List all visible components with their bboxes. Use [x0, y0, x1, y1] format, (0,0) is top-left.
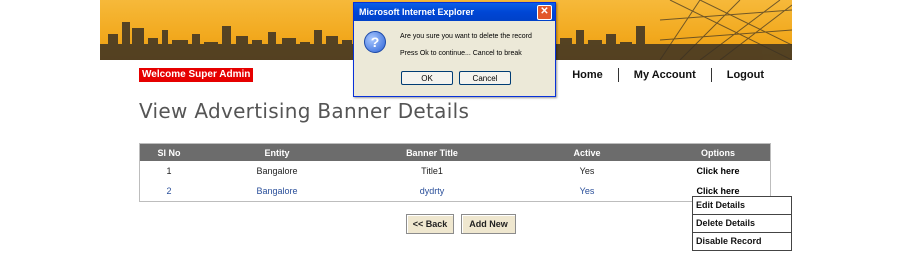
table-row: 2 Bangalore dydrty Yes Click here — [140, 181, 771, 202]
dialog-hint: Press Ok to continue... Cancel to break — [400, 50, 522, 57]
top-nav: Home My Account Logout — [557, 68, 779, 82]
options-click-here-link[interactable]: Click here — [666, 161, 771, 181]
options-dropdown-menu: Edit Details Delete Details Disable Reco… — [692, 196, 792, 251]
cell-entity: Bangalore — [256, 186, 298, 196]
dialog-message: Are you sure you want to delete the reco… — [400, 33, 532, 40]
page-title: View Advertising Banner Details — [139, 99, 470, 123]
cell-sl-no: 1 — [166, 166, 172, 176]
question-icon: ? — [364, 31, 386, 53]
banner-table: Sl No Entity Banner Title Active Options… — [139, 143, 771, 202]
dialog-title: Microsoft Internet Explorer — [359, 7, 475, 17]
add-new-button[interactable]: Add New — [461, 214, 516, 234]
menu-item-edit-details[interactable]: Edit Details — [693, 197, 791, 215]
cell-active: Yes — [579, 166, 595, 176]
nav-home-link[interactable]: Home — [557, 69, 618, 81]
back-button[interactable]: << Back — [406, 214, 454, 234]
menu-item-disable-record[interactable]: Disable Record — [693, 233, 791, 250]
nav-logout-link[interactable]: Logout — [712, 69, 779, 81]
menu-item-delete-details[interactable]: Delete Details — [693, 215, 791, 233]
cell-sl-no: 2 — [166, 186, 172, 196]
column-header-banner-title: Banner Title — [356, 143, 508, 161]
confirm-dialog: Microsoft Internet Explorer ✕ ? Are you … — [353, 2, 556, 97]
cell-banner-title: dydrty — [419, 186, 445, 196]
ok-button[interactable]: OK — [401, 71, 453, 85]
dialog-titlebar: Microsoft Internet Explorer ✕ — [354, 3, 555, 21]
close-icon[interactable]: ✕ — [537, 4, 552, 20]
cell-active: Yes — [579, 186, 595, 196]
nav-my-account-link[interactable]: My Account — [619, 69, 711, 81]
cell-entity: Bangalore — [256, 166, 298, 176]
cell-banner-title: Title1 — [421, 166, 443, 176]
column-header-active: Active — [508, 143, 666, 161]
cancel-button[interactable]: Cancel — [459, 71, 511, 85]
column-header-options: Options — [666, 143, 771, 161]
welcome-badge: Welcome Super Admin — [139, 68, 254, 82]
table-header-row: Sl No Entity Banner Title Active Options — [139, 143, 771, 161]
table-row: 1 Bangalore Title1 Yes Click here — [140, 161, 771, 181]
column-header-sl-no: Sl No — [139, 143, 198, 161]
column-header-entity: Entity — [198, 143, 356, 161]
